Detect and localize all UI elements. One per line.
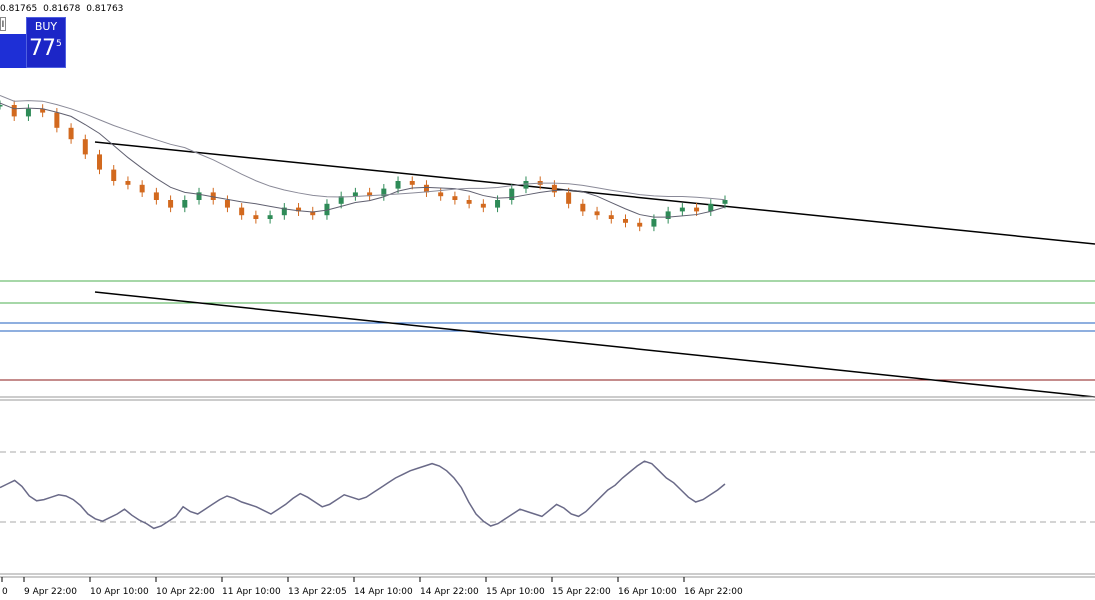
candle-body <box>438 192 444 197</box>
candle-body <box>25 108 31 117</box>
candle-body <box>409 181 415 185</box>
candle-body <box>452 196 458 200</box>
time-tick-label: 15 Apr 10:00 <box>486 587 545 597</box>
candle-body <box>566 192 572 204</box>
candle-body <box>722 200 728 204</box>
time-tick-label: 10 Apr 10:00 <box>90 587 149 597</box>
sell-price: .81 <box>0 67 20 80</box>
candle-body <box>637 222 643 227</box>
time-tick-label: 14 Apr 22:00 <box>420 587 479 597</box>
candle-body <box>125 181 131 185</box>
time-tick-label: 10 Apr 22:00 <box>156 587 215 597</box>
candle-body <box>580 203 586 212</box>
candle-body <box>97 154 103 170</box>
time-tick-label: 15 Apr 22:00 <box>552 587 611 597</box>
candle-body <box>82 139 88 155</box>
candle-body <box>523 181 529 189</box>
time-tick-label: 14 Apr 10:00 <box>354 587 413 597</box>
candle-body <box>651 219 657 227</box>
candle-body <box>495 200 501 208</box>
candle-body <box>139 184 145 193</box>
candle-body <box>196 192 202 200</box>
candle-body <box>54 112 60 128</box>
one-click-trading-panel: I .81 BUY 77 5 <box>0 17 66 80</box>
sell-button[interactable]: .81 <box>0 34 26 80</box>
time-tick-label: 16 Apr 22:00 <box>684 587 743 597</box>
rsi-pane <box>0 451 1095 530</box>
candle-body <box>509 188 515 200</box>
candle-body <box>352 192 358 197</box>
trendline-lower <box>94 291 1095 398</box>
candle-body <box>267 215 273 219</box>
time-tick-label: 9 Apr 22:00 <box>24 587 77 597</box>
candle-body <box>395 181 401 189</box>
buy-button[interactable]: BUY 77 5 <box>26 17 66 68</box>
candle-body <box>665 211 671 219</box>
candle-body <box>111 169 117 181</box>
candle-body <box>153 192 159 200</box>
buy-price-sup: 5 <box>56 39 62 49</box>
rsi-line <box>0 460 726 530</box>
candle-body <box>708 203 714 212</box>
buy-label: BUY <box>34 20 58 33</box>
time-tick-label: 0 <box>2 587 8 597</box>
candle-body <box>182 200 188 208</box>
candle-body <box>622 219 628 223</box>
candle-body <box>480 203 486 208</box>
time-tick-label: 16 Apr 10:00 <box>618 587 677 597</box>
panel-toggle-button[interactable]: I <box>0 17 6 31</box>
candle-body <box>466 200 472 204</box>
candle-body <box>551 184 557 193</box>
time-tick-label: 11 Apr 10:00 <box>222 587 281 597</box>
candle-body <box>224 200 230 208</box>
candle-body <box>239 207 245 216</box>
candle-body <box>679 207 685 212</box>
moving-average-slow <box>0 95 726 201</box>
candle-body <box>168 200 174 208</box>
candle-body <box>694 207 700 212</box>
moving-average-fast <box>0 102 726 218</box>
candle-body <box>253 215 259 219</box>
trendline-upper <box>94 141 1095 245</box>
time-axis: 0 9 Apr 22:00 10 Apr 10:00 10 Apr 22:00 11 A… <box>1 577 743 597</box>
candle-body <box>68 127 74 140</box>
price-chart[interactable]: 0 9 Apr 22:00 10 Apr 10:00 10 Apr 22:00 11 A… <box>0 0 1095 600</box>
time-tick-label: 13 Apr 22:05 <box>288 587 347 597</box>
candle-body <box>608 215 614 219</box>
buy-price-main: 77 <box>29 36 56 61</box>
candle-body <box>0 105 3 107</box>
candle-body <box>11 105 17 117</box>
candle-body <box>594 211 600 216</box>
main-price-pane <box>0 95 1095 398</box>
